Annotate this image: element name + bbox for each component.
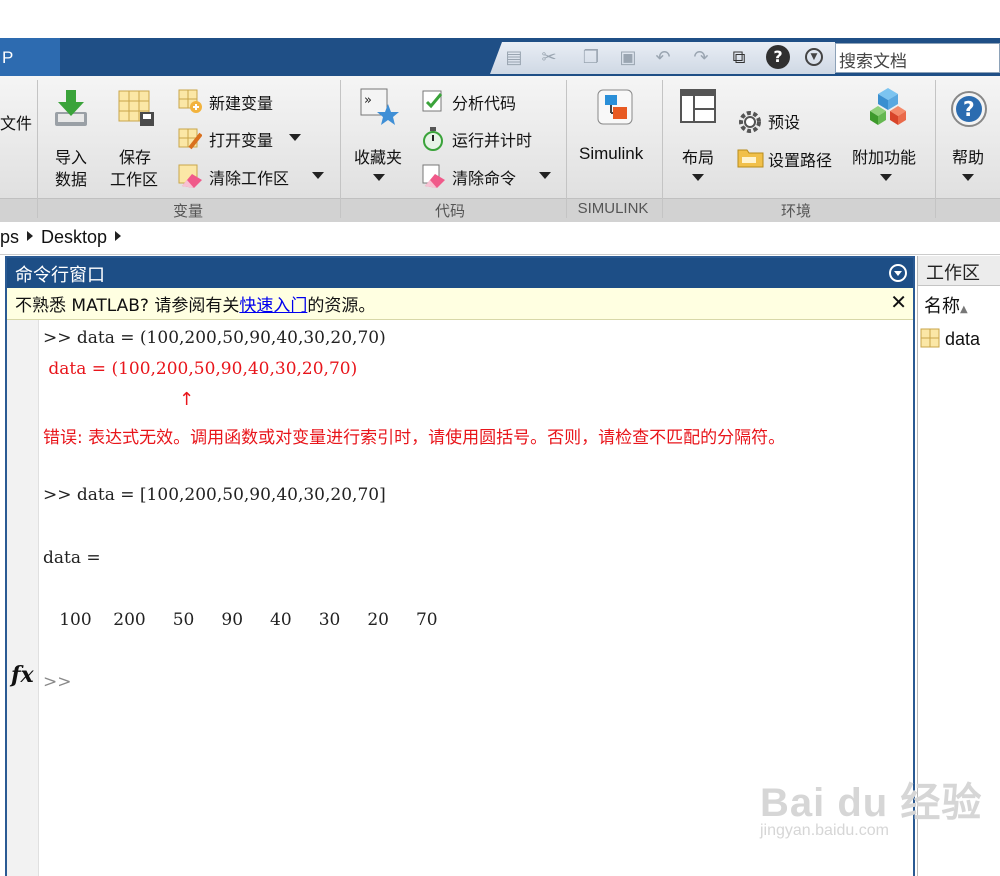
ribbon-separator <box>566 80 567 218</box>
cut-icon[interactable]: ✂ <box>538 47 560 69</box>
output-values: 100 200 50 90 40 30 20 70 <box>43 610 438 630</box>
command-prompt-input[interactable]: >> <box>43 672 72 692</box>
import-data-icon <box>55 90 87 126</box>
set-path-label: 设置路径 <box>768 151 833 170</box>
favorites-icon: » <box>360 88 399 125</box>
breadcrumb-separator-icon[interactable] <box>115 231 122 241</box>
workspace-variable-name: data <box>945 329 981 349</box>
save-workspace-label-line1: 保存 <box>119 148 152 167</box>
undo-icon[interactable]: ↶ <box>652 47 674 69</box>
command-gutter <box>7 320 39 876</box>
panel-actions-icon[interactable] <box>889 264 907 282</box>
new-variable-icon <box>178 89 202 113</box>
save-workspace-label-line2: 工作区 <box>110 170 159 189</box>
open-variable-icon <box>178 128 202 150</box>
sort-ascending-icon: ▲ <box>960 304 968 315</box>
ribbon-group-label-bar <box>0 198 1000 222</box>
simulink-label: Simulink <box>579 144 644 163</box>
help-icon[interactable]: ? <box>766 45 790 69</box>
svg-text:»: » <box>364 93 372 108</box>
workspace-name-column-header[interactable]: 名称▲ <box>918 292 1000 318</box>
analyze-code-icon <box>422 90 443 112</box>
gear-icon <box>739 111 761 133</box>
addons-dropdown-icon[interactable] <box>880 174 892 181</box>
getting-started-link[interactable]: 快速入门 <box>239 296 307 316</box>
import-label-line1: 导入 <box>55 148 88 167</box>
layout-icon <box>680 89 716 123</box>
error-position-marker: ↑ <box>179 389 195 410</box>
getting-started-notice: 不熟悉 MATLAB? 请参阅有关快速入门的资源。 ✕ <box>7 288 913 320</box>
command-line: >> data = [100,200,50,90,40,30,20,70] <box>43 485 386 505</box>
ribbon-separator <box>935 80 936 218</box>
preferences-label: 预设 <box>768 113 801 132</box>
ribbon-separator <box>340 80 341 218</box>
clear-workspace-dropdown-icon[interactable] <box>312 172 324 179</box>
layout-label: 布局 <box>682 148 715 167</box>
error-message: 错误: 表达式无效。调用函数或对变量进行索引时，请使用圆括号。否则，请检查不匹配… <box>43 428 786 448</box>
ribbon-group-simulink: SIMULINK <box>577 200 649 217</box>
save-icon[interactable]: ▤ <box>503 47 525 69</box>
open-variable-label: 打开变量 <box>209 131 274 150</box>
command-window-title: 命令行窗口 <box>15 265 105 286</box>
run-and-time-label: 运行并计时 <box>452 131 533 150</box>
home-tab[interactable]: P <box>0 38 60 76</box>
save-workspace-icon <box>118 90 154 126</box>
favorites-label: 收藏夹 <box>354 148 403 167</box>
clear-commands-dropdown-icon[interactable] <box>539 172 551 179</box>
help-dropdown-icon[interactable] <box>962 174 974 181</box>
workspace-title: 工作区 <box>918 256 1000 286</box>
function-browser-icon[interactable]: fx <box>11 662 34 688</box>
run-and-time-icon <box>423 127 443 151</box>
help-circle-icon: ? <box>951 91 987 127</box>
open-variable-dropdown-icon[interactable] <box>289 134 301 141</box>
simulink-icon <box>597 89 633 125</box>
paste-icon[interactable]: ▣ <box>617 47 639 69</box>
addons-label: 附加功能 <box>852 148 917 167</box>
notice-text-after: 的资源。 <box>307 296 376 316</box>
clear-commands-label: 清除命令 <box>452 169 517 188</box>
clear-workspace-label: 清除工作区 <box>209 169 290 188</box>
close-icon[interactable]: ✕ <box>890 290 907 314</box>
new-variable-label: 新建变量 <box>209 94 274 113</box>
import-label-line2: 数据 <box>55 170 88 189</box>
matrix-variable-icon <box>920 328 940 348</box>
output-variable-name: data = <box>43 548 101 568</box>
ribbon-separator <box>662 80 663 218</box>
watermark-brand: Bai du 经验 <box>760 781 983 825</box>
file-group-partial-label[interactable]: 文件 <box>0 110 32 134</box>
column-header-label: 名称 <box>924 296 960 317</box>
baidu-jingyan-watermark: Bai du 经验 jingyan.baidu.com <box>760 770 982 840</box>
redo-icon[interactable]: ↷ <box>690 47 712 69</box>
breadcrumb-segment[interactable]: ps <box>0 227 19 247</box>
folder-icon <box>737 149 764 168</box>
minimize-ribbon-icon[interactable]: ▼ <box>805 48 823 66</box>
notice-text-before: 不熟悉 MATLAB? 请参阅有关 <box>15 296 240 316</box>
breadcrumb-separator-icon[interactable] <box>27 231 34 241</box>
ribbon-separator <box>37 80 38 218</box>
error-echo-line: data = (100,200,50,90,40,30,20,70) <box>43 359 358 379</box>
favorites-dropdown-icon[interactable] <box>373 174 385 181</box>
clear-commands-icon <box>422 164 445 188</box>
addons-icon <box>870 88 906 125</box>
switch-windows-icon[interactable]: ⧉ <box>728 47 750 69</box>
search-documentation-input[interactable]: 搜索文档 <box>835 43 1000 73</box>
analyze-code-label: 分析代码 <box>452 94 517 113</box>
ribbon-group-environment: 环境 <box>780 202 811 220</box>
command-window-header: 命令行窗口 <box>7 258 913 288</box>
clear-workspace-icon <box>178 164 202 188</box>
help-label: 帮助 <box>952 148 985 167</box>
ribbon-group-code: 代码 <box>434 202 465 220</box>
layout-dropdown-icon[interactable] <box>692 174 704 181</box>
top-margin <box>0 0 1000 38</box>
ribbon-group-variable: 变量 <box>172 202 203 220</box>
breadcrumb-segment[interactable]: Desktop <box>41 227 107 247</box>
copy-icon[interactable]: ❐ <box>580 47 602 69</box>
current-folder-breadcrumb: ps Desktop <box>0 223 1000 255</box>
svg-text:?: ? <box>963 97 975 121</box>
command-line: >> data = (100,200,50,90,40,30,20,70) <box>43 328 386 348</box>
workspace-variable-row[interactable]: data <box>920 328 980 350</box>
